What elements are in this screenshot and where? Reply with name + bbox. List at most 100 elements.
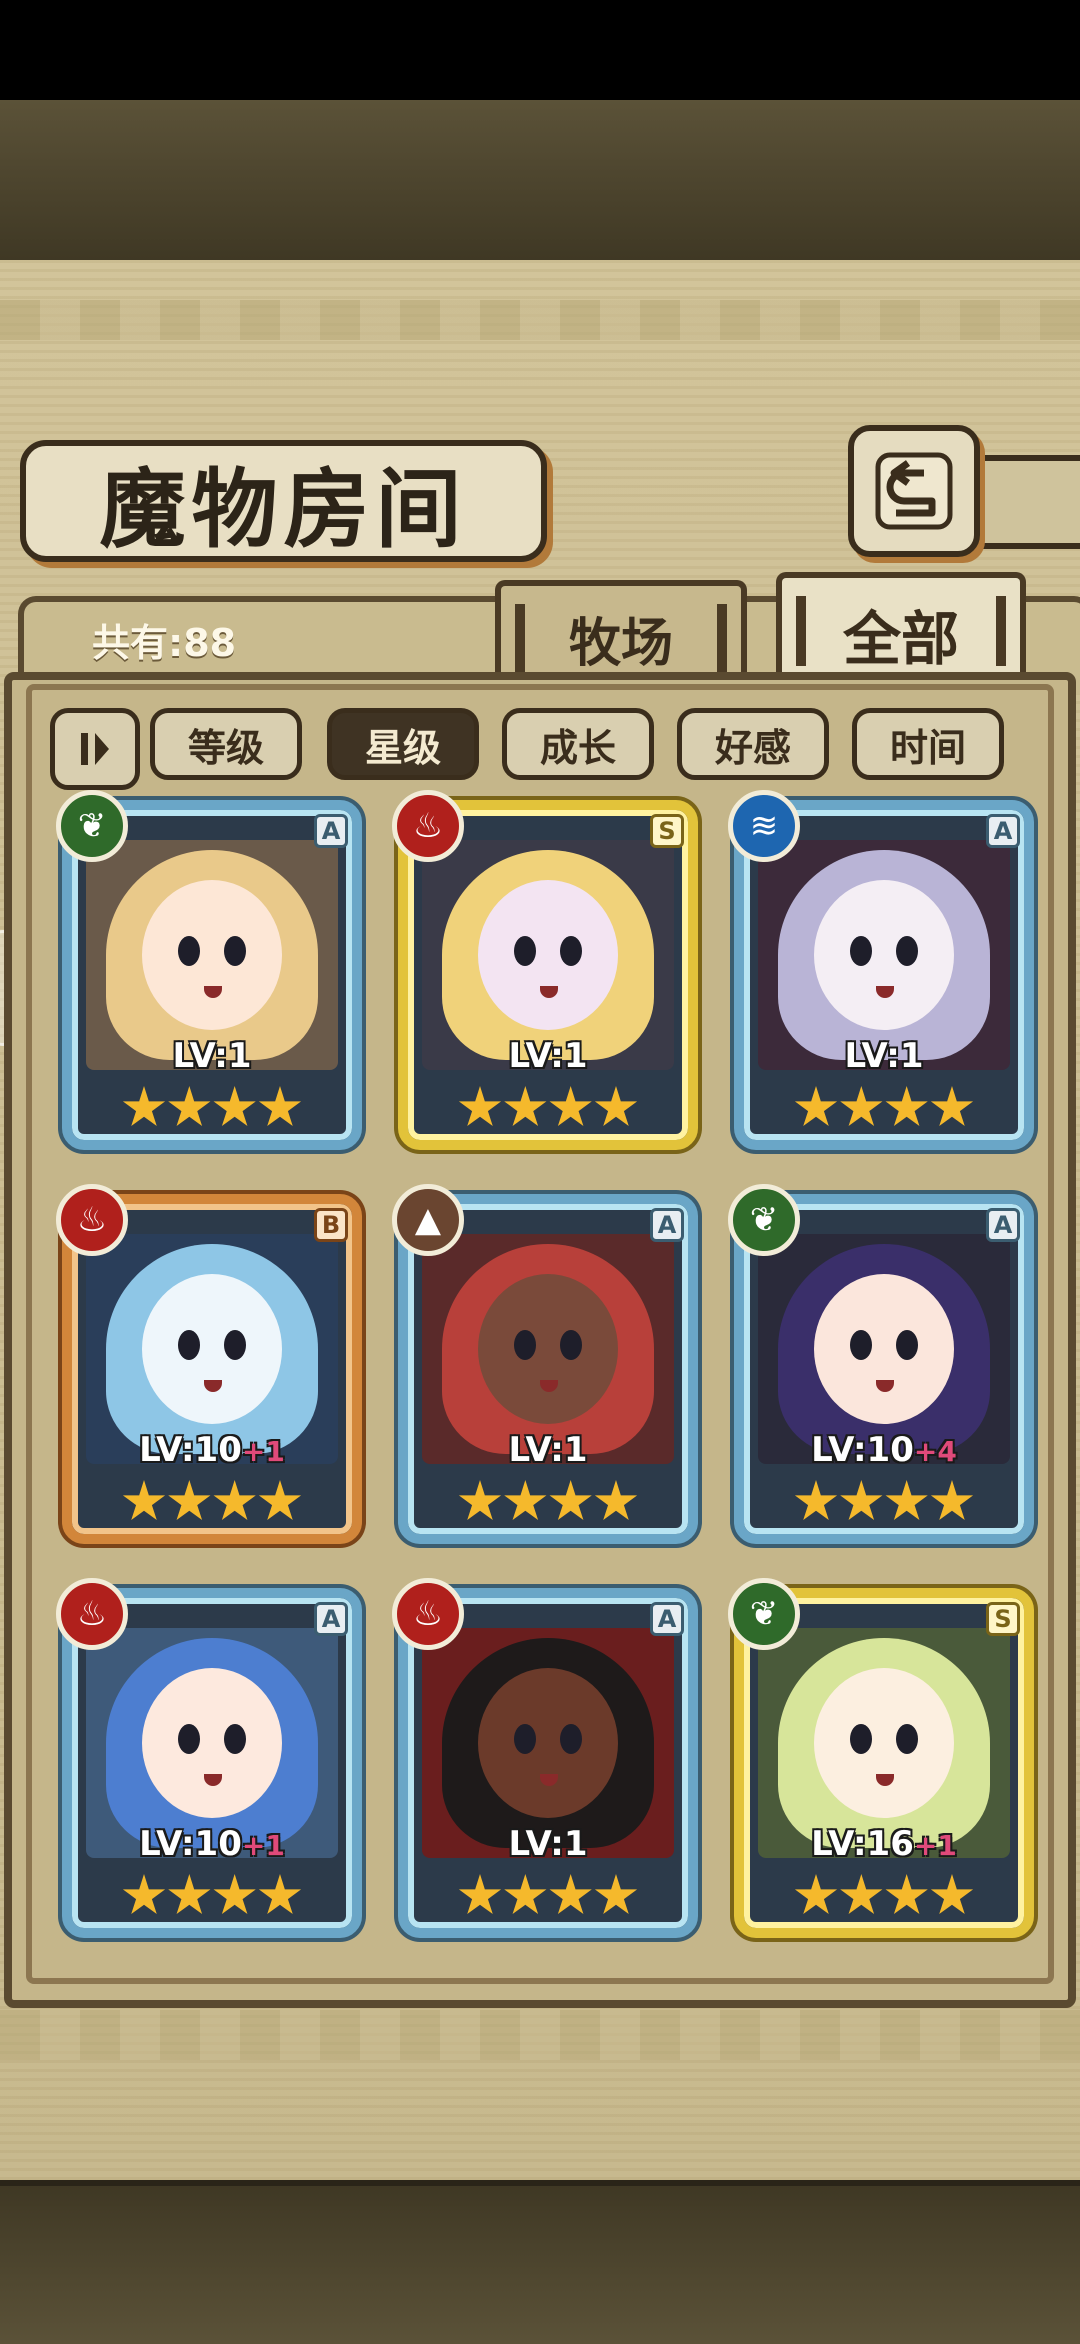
return-arrow-icon <box>875 452 953 530</box>
star-icon <box>930 1874 974 1915</box>
portrait-eye <box>178 1724 200 1754</box>
star-rating <box>794 1080 974 1136</box>
monster-card[interactable]: ❦ A LV:1 <box>56 790 362 1150</box>
monster-card[interactable]: ♨ A LV:1 <box>392 1578 698 1938</box>
star-icon <box>168 1874 211 1915</box>
monster-card[interactable]: ≋ A LV:1 <box>728 790 1034 1150</box>
level-label: LV:10+1 <box>62 1824 362 1864</box>
fire-element-icon: ♨ <box>392 1578 464 1650</box>
star-icon <box>504 1480 547 1521</box>
order-toggle-button[interactable] <box>50 708 140 790</box>
star-icon <box>840 1480 883 1521</box>
star-icon <box>168 1086 211 1127</box>
star-icon <box>794 1874 838 1915</box>
grass-element-icon: ❦ <box>56 790 128 862</box>
star-rating <box>122 1474 302 1530</box>
level-value: LV:1 <box>508 1036 588 1076</box>
star-icon <box>840 1874 883 1915</box>
portrait-eye <box>224 1330 246 1360</box>
star-icon <box>885 1874 928 1915</box>
level-label: LV:1 <box>62 1036 362 1076</box>
monster-card[interactable]: ▲ A LV:1 <box>392 1184 698 1544</box>
rank-badge: S <box>650 814 684 848</box>
tab-ranch-label: 牧场 <box>568 612 673 674</box>
portrait-face <box>142 1274 282 1424</box>
monster-count: 共有:88 <box>92 621 237 665</box>
level-plus: +1 <box>241 1829 285 1862</box>
bottom-map-strip <box>0 2180 1080 2344</box>
star-icon <box>458 1480 502 1521</box>
rank-badge: A <box>986 814 1020 848</box>
monster-card[interactable]: ♨ S LV:1 <box>392 790 698 1150</box>
star-icon <box>549 1086 592 1127</box>
portrait-face <box>814 880 954 1030</box>
sort-time-button[interactable]: 时间 <box>852 708 1004 780</box>
back-button-rail <box>968 455 1080 549</box>
portrait-eye <box>514 1330 536 1360</box>
portrait-eye <box>560 1330 582 1360</box>
level-plus: +4 <box>913 1435 957 1468</box>
level-value: LV:1 <box>844 1036 924 1076</box>
star-icon <box>594 1874 638 1915</box>
water-element-icon: ≋ <box>728 790 800 862</box>
level-label: LV:1 <box>398 1824 698 1864</box>
portrait-eye <box>850 1724 872 1754</box>
portrait-eye <box>224 936 246 966</box>
star-icon <box>885 1086 928 1127</box>
star-icon <box>885 1480 928 1521</box>
portrait-eye <box>178 1330 200 1360</box>
portrait-face <box>814 1668 954 1818</box>
rank-badge: A <box>986 1208 1020 1242</box>
level-value: LV:16 <box>811 1824 914 1864</box>
level-plus: +1 <box>913 1829 957 1862</box>
level-label: LV:1 <box>398 1036 698 1076</box>
monster-card[interactable]: ❦ S LV:16+1 <box>728 1578 1034 1938</box>
order-toggle-icon <box>81 733 109 765</box>
star-icon <box>504 1086 547 1127</box>
portrait-eye <box>850 936 872 966</box>
sort-level-button[interactable]: 等级 <box>150 708 302 780</box>
sort-affection-button[interactable]: 好感 <box>677 708 829 780</box>
portrait-face <box>478 1668 618 1818</box>
level-label: LV:10+4 <box>734 1430 1034 1470</box>
level-label: LV:1 <box>398 1430 698 1470</box>
star-icon <box>840 1086 883 1127</box>
top-map-strip <box>0 100 1080 266</box>
level-value: LV:10 <box>139 1824 242 1864</box>
monster-card[interactable]: ♨ A LV:10+1 <box>56 1578 362 1938</box>
fire-element-icon: ♨ <box>392 790 464 862</box>
rank-badge: A <box>650 1602 684 1636</box>
monster-card[interactable]: ❦ A LV:10+4 <box>728 1184 1034 1544</box>
star-icon <box>122 1480 166 1521</box>
star-rating <box>458 1080 638 1136</box>
portrait-face <box>478 1274 618 1424</box>
star-icon <box>549 1874 592 1915</box>
page-title: 魔物房间 <box>99 458 468 560</box>
grass-element-icon: ❦ <box>728 1184 800 1256</box>
rank-badge: A <box>650 1208 684 1242</box>
status-bar <box>0 0 1080 100</box>
level-value: LV:10 <box>811 1430 914 1470</box>
portrait-face <box>142 1668 282 1818</box>
level-value: LV:10 <box>139 1430 242 1470</box>
star-icon <box>794 1480 838 1521</box>
sort-star-button[interactable]: 星级 <box>327 708 479 780</box>
star-icon <box>458 1086 502 1127</box>
level-value: LV:1 <box>172 1036 252 1076</box>
portrait-eye <box>560 936 582 966</box>
star-rating <box>458 1474 638 1530</box>
star-rating <box>458 1868 638 1924</box>
sort-growth-button[interactable]: 成长 <box>502 708 654 780</box>
portrait-eye <box>896 1724 918 1754</box>
monster-card[interactable]: ♨ B LV:10+1 <box>56 1184 362 1544</box>
portrait-eye <box>850 1330 872 1360</box>
portrait-eye <box>896 936 918 966</box>
fire-element-icon: ♨ <box>56 1578 128 1650</box>
rank-badge: S <box>986 1602 1020 1636</box>
star-icon <box>258 1086 302 1127</box>
portrait-face <box>142 880 282 1030</box>
portrait-eye <box>224 1724 246 1754</box>
portrait-eye <box>514 1724 536 1754</box>
level-value: LV:1 <box>508 1430 588 1470</box>
back-button[interactable] <box>848 425 980 557</box>
